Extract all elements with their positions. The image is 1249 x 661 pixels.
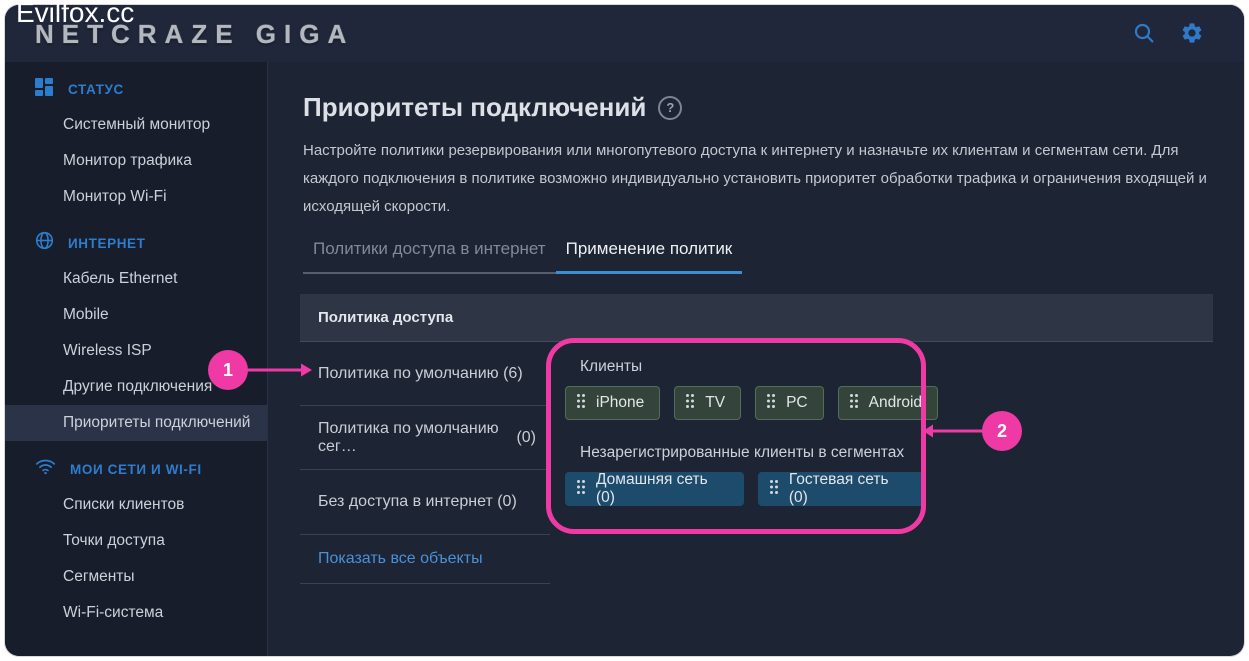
chip-label: iPhone bbox=[596, 394, 644, 412]
wifi-icon bbox=[35, 458, 56, 480]
row-count: (0) bbox=[516, 429, 536, 447]
sidebar-section-internet: ИНТЕРНЕТ Кабель Ethernet Mobile Wireless… bbox=[5, 225, 267, 441]
sidebar-section-label: МОИ СЕТИ И WI-FI bbox=[70, 462, 202, 477]
sidebar-item-label: Монитор трафика bbox=[63, 152, 192, 170]
drag-handle-icon bbox=[576, 479, 586, 500]
sidebar-item-traffic-monitor[interactable]: Монитор трафика bbox=[5, 143, 267, 179]
sidebar-item-mobile[interactable]: Mobile bbox=[5, 297, 267, 333]
sidebar-section-header-status[interactable]: СТАТУС bbox=[5, 71, 267, 107]
row-label: Политика по умолчанию сег… bbox=[318, 420, 516, 456]
top-bar: NETCRAZE GIGA bbox=[5, 5, 1244, 62]
search-icon[interactable] bbox=[1130, 19, 1158, 47]
client-chip-iphone[interactable]: iPhone bbox=[565, 386, 660, 420]
sidebar-section-status: СТАТУС Системный монитор Монитор трафика… bbox=[5, 71, 267, 215]
router-admin-window: NETCRAZE GIGA bbox=[5, 5, 1244, 656]
segment-chip-home-network[interactable]: Домашняя сеть (0) bbox=[565, 472, 744, 506]
sidebar-item-label: Точки доступа bbox=[63, 532, 165, 550]
sidebar-item-label: Монитор Wi-Fi bbox=[63, 188, 167, 206]
sidebar-item-other-connections[interactable]: Другие подключения bbox=[5, 369, 267, 405]
sidebar-item-label: Списки клиентов bbox=[63, 496, 184, 514]
sidebar-item-ethernet[interactable]: Кабель Ethernet bbox=[5, 261, 267, 297]
watermark: Evilfox.cc bbox=[16, 0, 134, 29]
table-row-default-policy-segment[interactable]: Политика по умолчанию сег… (0) bbox=[300, 406, 550, 470]
drag-handle-icon bbox=[769, 479, 779, 500]
sidebar-section-header-my-networks[interactable]: МОИ СЕТИ И WI-FI bbox=[5, 451, 267, 487]
sidebar-item-label: Приоритеты подключений bbox=[63, 414, 250, 432]
sidebar-item-client-lists[interactable]: Списки клиентов bbox=[5, 487, 267, 523]
table-column-header: Политика доступа bbox=[300, 294, 1213, 342]
sidebar-item-segments[interactable]: Сегменты bbox=[5, 559, 267, 595]
chip-label: Домашняя сеть (0) bbox=[596, 471, 728, 507]
sidebar-item-wifi-monitor[interactable]: Монитор Wi-Fi bbox=[5, 179, 267, 215]
chip-label: TV bbox=[705, 394, 725, 412]
globe-icon bbox=[35, 231, 54, 255]
drag-handle-icon bbox=[576, 393, 586, 414]
tab-bar: Политики доступа в интернет Применение п… bbox=[303, 239, 1244, 274]
gear-icon[interactable] bbox=[1178, 19, 1206, 47]
help-icon[interactable]: ? bbox=[658, 96, 682, 120]
sidebar-item-system-monitor[interactable]: Системный монитор bbox=[5, 107, 267, 143]
client-chip-tv[interactable]: TV bbox=[674, 386, 741, 420]
tab-policy-application[interactable]: Применение политик bbox=[556, 239, 743, 274]
segment-chip-row: Домашняя сеть (0) Гостевая сеть (0) bbox=[565, 472, 925, 506]
page-title: Приоритеты подключений bbox=[303, 92, 646, 123]
chip-label: PC bbox=[786, 394, 808, 412]
sidebar-section-my-networks: МОИ СЕТИ И WI-FI Списки клиентов Точки д… bbox=[5, 451, 267, 631]
sidebar-section-label: ИНТЕРНЕТ bbox=[68, 236, 146, 251]
drag-handle-icon bbox=[685, 393, 695, 414]
dashboard-grid-icon bbox=[35, 78, 54, 101]
sidebar-item-label: Wireless ISP bbox=[63, 342, 152, 360]
row-label: Без доступа в интернет (0) bbox=[318, 493, 517, 511]
client-chip-pc[interactable]: PC bbox=[755, 386, 824, 420]
sidebar-section-label: СТАТУС bbox=[68, 82, 124, 97]
row-label: Показать все объекты bbox=[318, 550, 483, 568]
table-row-default-policy[interactable]: Политика по умолчанию (6) bbox=[300, 342, 550, 406]
sidebar-item-connection-priorities[interactable]: Приоритеты подключений bbox=[5, 405, 267, 441]
unregistered-clients-label: Незарегистрированные клиенты в сегментах bbox=[565, 444, 925, 462]
drag-handle-icon bbox=[766, 393, 776, 414]
chip-label: Android bbox=[869, 394, 922, 412]
sidebar-item-label: Другие подключения bbox=[63, 378, 212, 396]
sidebar-section-header-internet[interactable]: ИНТЕРНЕТ bbox=[5, 225, 267, 261]
segment-chip-guest-network[interactable]: Гостевая сеть (0) bbox=[758, 472, 925, 506]
sidebar-item-label: Кабель Ethernet bbox=[63, 270, 177, 288]
sidebar-item-label: Системный монитор bbox=[63, 116, 210, 134]
sidebar: СТАТУС Системный монитор Монитор трафика… bbox=[5, 62, 267, 656]
show-all-objects-link[interactable]: Показать все объекты bbox=[300, 535, 550, 584]
sidebar-item-wifi-system[interactable]: Wi-Fi-система bbox=[5, 595, 267, 631]
table-row-no-internet[interactable]: Без доступа в интернет (0) bbox=[300, 470, 550, 535]
clients-label: Клиенты bbox=[565, 358, 925, 376]
sidebar-item-label: Сегменты bbox=[63, 568, 135, 586]
client-chip-row: iPhone TV PC Android bbox=[565, 386, 925, 420]
drag-handle-icon bbox=[849, 393, 859, 414]
sidebar-item-label: Mobile bbox=[63, 306, 109, 324]
policy-detail-panel: Клиенты iPhone TV PC Android Незарегистр… bbox=[565, 358, 925, 506]
chip-label: Гостевая сеть (0) bbox=[789, 471, 909, 507]
sidebar-item-access-points[interactable]: Точки доступа bbox=[5, 523, 267, 559]
page-description: Настройте политики резервирования или мн… bbox=[303, 137, 1218, 221]
client-chip-android[interactable]: Android bbox=[838, 386, 938, 420]
tab-access-policies[interactable]: Политики доступа в интернет bbox=[303, 239, 556, 274]
sidebar-item-label: Wi-Fi-система bbox=[63, 604, 163, 622]
sidebar-item-wireless-isp[interactable]: Wireless ISP bbox=[5, 333, 267, 369]
row-label: Политика по умолчанию (6) bbox=[318, 365, 523, 383]
